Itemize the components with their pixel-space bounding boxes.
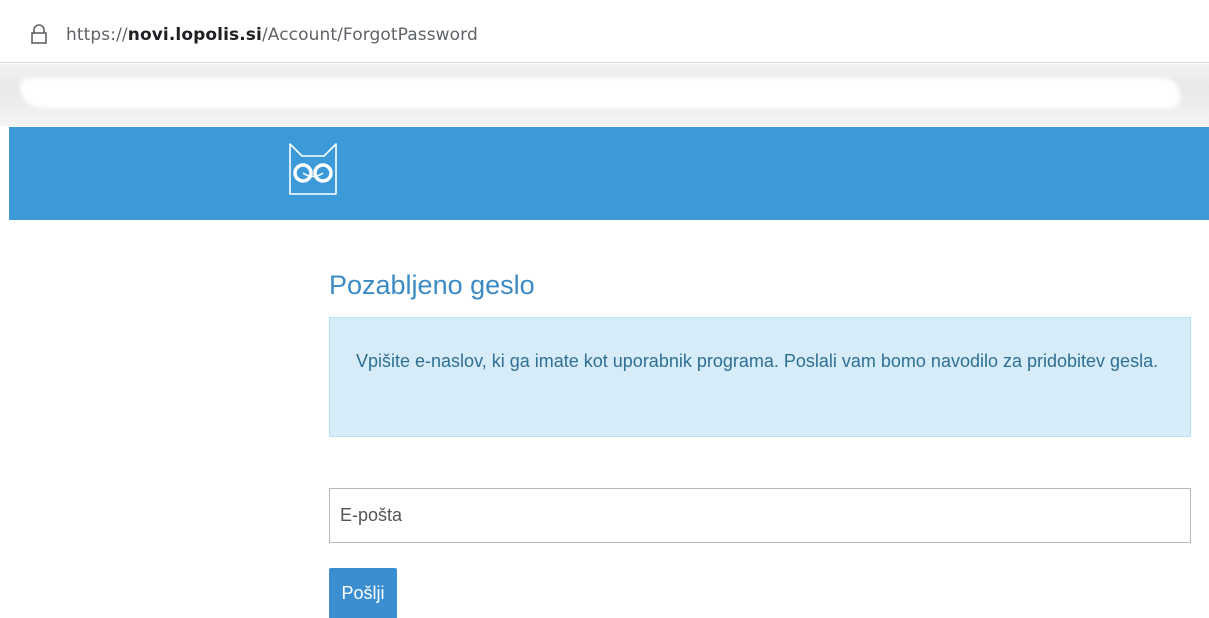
send-button[interactable]: Pošlji: [329, 568, 397, 618]
url-text[interactable]: https://novi.lopolis.si/Account/ForgotPa…: [66, 25, 478, 45]
blurred-region: [0, 64, 1209, 126]
url-domain: novi.lopolis.si: [127, 25, 262, 45]
email-field[interactable]: [329, 488, 1191, 543]
header-banner: [9, 127, 1209, 220]
lock-icon: [31, 24, 47, 44]
browser-address-bar: https://novi.lopolis.si/Account/ForgotPa…: [0, 0, 1209, 63]
info-alert: Vpišite e-naslov, ki ga imate kot uporab…: [329, 317, 1191, 437]
page-title: Pozabljeno geslo: [329, 270, 535, 300]
lopolis-owl-logo[interactable]: [288, 140, 338, 196]
url-path: /Account/ForgotPassword: [261, 25, 478, 45]
url-prefix: https://: [66, 25, 128, 45]
